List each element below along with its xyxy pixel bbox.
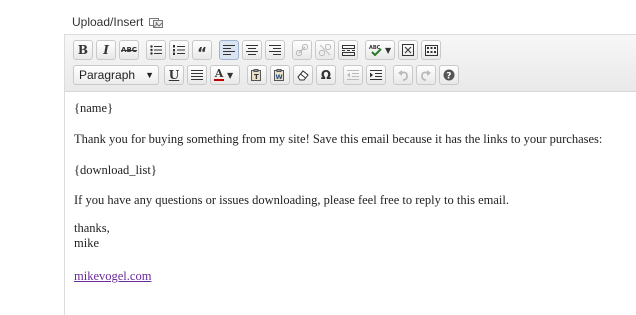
text-color-swatch — [214, 79, 224, 81]
spellcheck-button[interactable]: ABC ▼ — [365, 40, 395, 60]
website-line: mikevogel.com — [74, 269, 151, 284]
more-tag-icon — [341, 44, 355, 56]
chevron-down-icon: ▼ — [145, 70, 154, 80]
download-list-placeholder-line: {download_list} — [74, 163, 157, 177]
text-color-button[interactable]: A ▼ — [210, 65, 240, 85]
align-right-icon — [269, 45, 281, 55]
redo-button[interactable] — [416, 65, 436, 85]
insert-link-button[interactable] — [292, 40, 312, 60]
signoff-name: mike — [74, 236, 99, 250]
align-center-button[interactable] — [242, 40, 262, 60]
format-select-value: Paragraph — [79, 68, 136, 82]
toolbar-row-1: B I ABC “ ABC ▼ — [73, 39, 444, 61]
paste-text-icon: T — [251, 69, 261, 81]
help-button[interactable]: ? — [439, 65, 459, 85]
align-center-icon — [246, 45, 258, 55]
signoff-thanks: thanks, — [74, 221, 110, 235]
strikethrough-button[interactable]: ABC — [119, 40, 139, 60]
outdent-icon — [347, 70, 359, 80]
kitchen-sink-icon — [424, 44, 438, 56]
upload-insert-label: Upload/Insert — [72, 15, 144, 29]
editor-toolbar: B I ABC “ ABC ▼ Paragraph ▼ U A ▼ T W Ω … — [65, 35, 636, 92]
undo-button[interactable] — [393, 65, 413, 85]
thank-you-line: Thank you for buying something from my s… — [74, 132, 603, 146]
indent-button[interactable] — [366, 65, 386, 85]
justify-icon — [191, 70, 203, 80]
questions-line: If you have any questions or issues down… — [74, 193, 509, 207]
website-link[interactable]: mikevogel.com — [74, 269, 151, 283]
paste-word-icon: W — [274, 69, 284, 81]
align-left-button[interactable] — [219, 40, 239, 60]
media-icon[interactable] — [149, 16, 164, 29]
bold-button[interactable]: B — [73, 40, 93, 60]
help-icon: ? — [443, 69, 455, 81]
unlink-icon — [319, 44, 331, 56]
svg-text:W: W — [276, 73, 283, 81]
kitchen-sink-button[interactable] — [421, 40, 441, 60]
format-select[interactable]: Paragraph ▼ — [73, 65, 159, 85]
svg-text:?: ? — [446, 72, 451, 82]
justify-button[interactable] — [187, 65, 207, 85]
underline-button[interactable]: U — [164, 65, 184, 85]
bullet-list-icon — [150, 45, 162, 55]
paste-word-button[interactable]: W — [270, 65, 290, 85]
spellcheck-icon: ABC — [369, 45, 382, 56]
align-right-button[interactable] — [265, 40, 285, 60]
paste-text-button[interactable]: T — [247, 65, 267, 85]
italic-button[interactable]: I — [96, 40, 116, 60]
upload-insert-row: Upload/Insert — [72, 13, 164, 31]
name-placeholder-line: {name} — [74, 101, 114, 115]
clear-formatting-button[interactable] — [293, 65, 313, 85]
undo-icon — [398, 70, 408, 81]
toolbar-row-2: Paragraph ▼ U A ▼ T W Ω ? — [73, 64, 462, 86]
bullet-list-button[interactable] — [146, 40, 166, 60]
numbered-list-icon — [173, 45, 185, 55]
align-left-icon — [223, 45, 235, 55]
more-tag-button[interactable] — [338, 40, 358, 60]
numbered-list-button[interactable] — [169, 40, 189, 60]
outdent-button[interactable] — [343, 65, 363, 85]
fullscreen-button[interactable] — [398, 40, 418, 60]
fullscreen-icon — [402, 44, 414, 56]
eraser-icon — [297, 70, 309, 81]
rich-text-editor: B I ABC “ ABC ▼ Paragraph ▼ U A ▼ T W Ω … — [64, 34, 636, 315]
indent-icon — [370, 70, 382, 80]
unlink-button[interactable] — [315, 40, 335, 60]
signoff-block: thanks, mike — [74, 221, 110, 251]
redo-icon — [421, 70, 431, 81]
special-character-button[interactable]: Ω — [316, 65, 336, 85]
blockquote-button[interactable]: “ — [192, 40, 212, 60]
link-icon — [296, 44, 308, 56]
svg-text:T: T — [254, 73, 259, 81]
